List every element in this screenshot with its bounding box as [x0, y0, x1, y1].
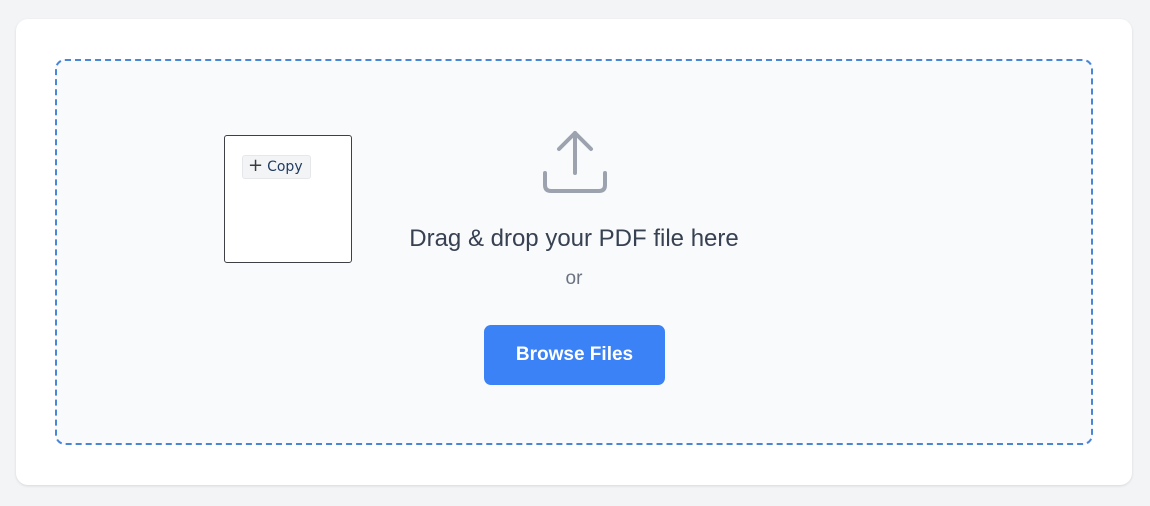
file-dropzone[interactable]: + Copy Drag & drop your PDF file here or…: [55, 59, 1093, 445]
upload-card: + Copy Drag & drop your PDF file here or…: [16, 19, 1132, 485]
upload-icon: [543, 131, 607, 193]
copy-button[interactable]: + Copy: [242, 155, 311, 179]
plus-icon: +: [248, 155, 264, 176]
copy-label: Copy: [267, 159, 303, 175]
browse-files-button[interactable]: Browse Files: [484, 325, 665, 385]
dropzone-headline: Drag & drop your PDF file here: [409, 225, 739, 252]
or-separator: or: [565, 268, 583, 289]
